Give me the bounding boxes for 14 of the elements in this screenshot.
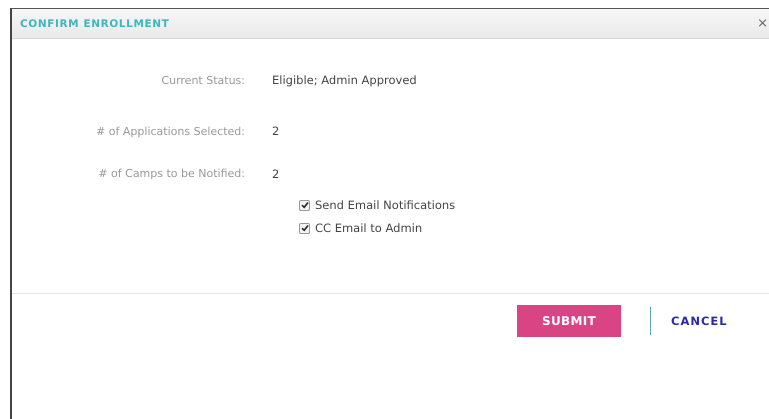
submit-button[interactable]: SUBMIT <box>517 305 621 337</box>
field-value: 2 <box>272 124 280 138</box>
field-label: # of Applications Selected: <box>95 124 246 138</box>
checkbox[interactable] <box>299 222 310 234</box>
field-value: Eligible; Admin Approved <box>272 73 417 87</box>
checkbox-label: CC Email to Admin <box>315 221 422 235</box>
checkbox-label: Send Email Notifications <box>315 198 456 212</box>
close-button[interactable]: × <box>757 17 768 30</box>
checkbox[interactable] <box>299 200 310 210</box>
field-value: 2 <box>272 166 280 181</box>
cancel-link[interactable]: CANCEL <box>671 314 728 328</box>
field-label: # of Camps to be Notified: <box>97 167 246 180</box>
field-label: Current Status: <box>160 74 246 86</box>
dialog-title: CONFIRM ENROLLMENT <box>20 18 170 30</box>
